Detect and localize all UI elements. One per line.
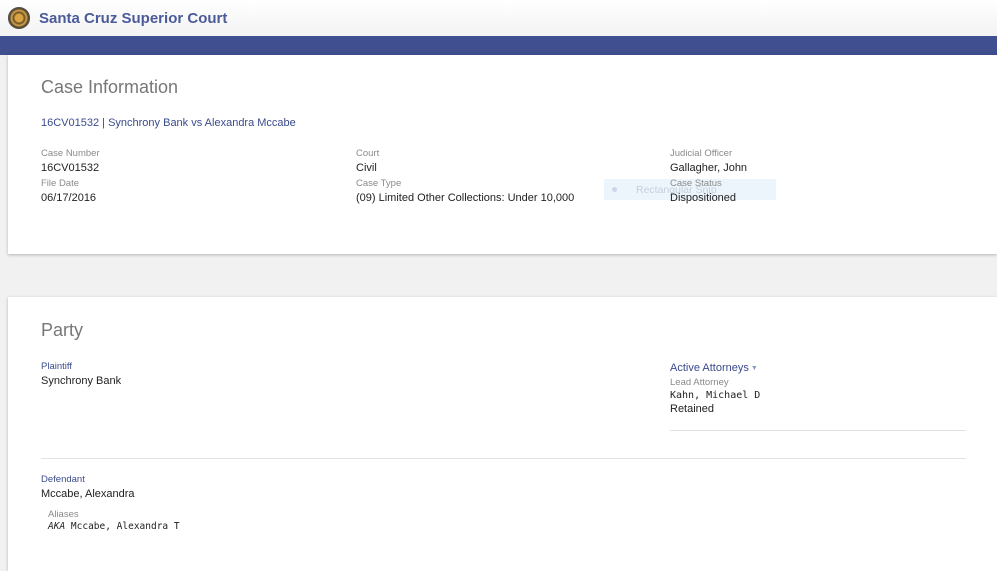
case-type-value: (09) Limited Other Collections: Under 10… [356,192,575,204]
plaintiff-name: Synchrony Bank [41,375,122,387]
court-seal-icon[interactable] [8,7,30,29]
site-header: Santa Cruz Superior Court [0,0,997,36]
alias-name: Mccabe, Alexandra T [70,521,180,532]
case-information-card: Case Information 16CV01532 | Synchrony B… [8,55,997,254]
court-value: Civil [356,162,377,174]
judicial-officer-label: Judicial Officer [670,148,733,159]
lead-attorney-status: Retained [670,403,715,415]
case-number-value: 16CV01532 [41,162,100,174]
file-date-label: File Date [41,178,80,189]
case-status-label: Case Status [670,178,722,189]
aliases-label: Aliases [48,509,79,520]
site-title[interactable]: Santa Cruz Superior Court [39,10,227,27]
active-attorneys-label: Active Attorneys [670,362,749,374]
court-label: Court [356,148,380,159]
case-title-link[interactable]: 16CV01532 | Synchrony Bank vs Alexandra … [41,117,296,129]
judicial-officer-value: Gallagher, John [670,162,748,174]
file-date-value: 06/17/2016 [41,192,97,204]
alias-type: AKA [48,521,66,532]
attorney-divider [670,430,966,431]
case-type-label: Case Type [356,178,402,189]
alias-row: AKA Mccabe, Alexandra T [48,521,180,532]
party-card: Party Plaintiff Synchrony Bank Active At… [8,297,997,571]
party-divider [41,458,966,459]
lead-attorney-label: Lead Attorney [670,377,729,388]
nav-bar [0,36,997,55]
active-attorneys-dropdown[interactable]: Active Attorneys ▼ [670,362,758,374]
lead-attorney-name: Kahn, Michael D [670,390,761,401]
snip-icon [612,187,617,192]
chevron-down-icon: ▼ [750,364,758,372]
plaintiff-label: Plaintiff [41,361,72,372]
party-heading: Party [41,320,84,340]
case-information-heading: Case Information [41,77,179,97]
case-status-value: Dispositioned [670,192,737,204]
defendant-label: Defendant [41,474,85,485]
defendant-name: Mccabe, Alexandra [41,488,135,500]
case-number-label: Case Number [41,148,100,159]
